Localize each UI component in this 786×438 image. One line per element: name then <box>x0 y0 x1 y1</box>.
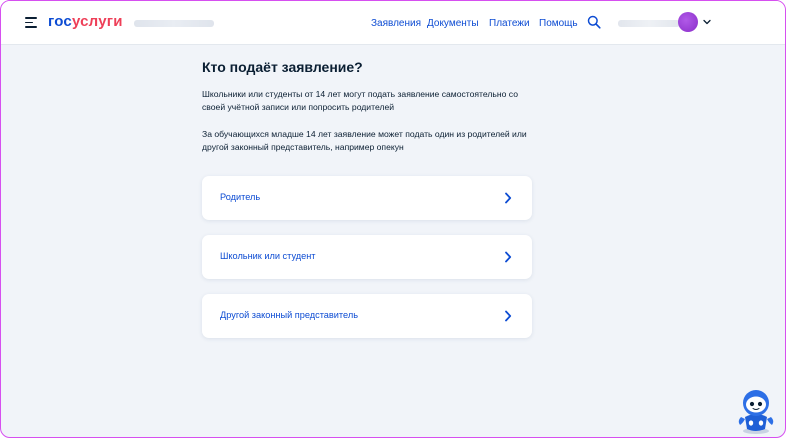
option-student[interactable]: Школьник или студент <box>202 235 532 279</box>
logo-part-1: гос <box>48 13 72 30</box>
nav-applications[interactable]: Заявления <box>371 18 421 29</box>
option-label: Другой законный представитель <box>220 310 358 320</box>
chevron-right-icon <box>505 310 512 322</box>
option-legal-representative[interactable]: Другой законный представитель <box>202 294 532 338</box>
info-paragraph-parents: За обучающихся младше 14 лет заявление м… <box>202 129 527 152</box>
info-paragraph-students: Школьники или студенты от 14 лет могут п… <box>202 89 518 112</box>
option-label: Родитель <box>220 192 261 202</box>
gosuslugi-logo[interactable]: госуслуги <box>48 13 123 30</box>
page-title: Кто подаёт заявление? <box>202 59 363 75</box>
nav-payments[interactable]: Платежи <box>489 18 530 29</box>
app-window: госуслуги Заявления Документы Платежи По… <box>0 0 786 438</box>
avatar[interactable] <box>678 12 698 32</box>
nav-documents[interactable]: Документы <box>427 18 479 29</box>
chevron-right-icon <box>505 251 512 263</box>
blurred-user-name <box>618 20 680 27</box>
chevron-down-icon[interactable] <box>703 19 711 25</box>
chevron-right-icon <box>505 192 512 204</box>
option-parent[interactable]: Родитель <box>202 176 532 220</box>
blurred-location <box>134 20 214 27</box>
nav-help[interactable]: Помощь <box>539 18 578 29</box>
header: госуслуги Заявления Документы Платежи По… <box>1 1 785 45</box>
logo-part-2: услуги <box>71 13 123 30</box>
robot-assistant-icon[interactable] <box>735 387 777 435</box>
search-icon[interactable] <box>587 15 601 29</box>
burger-menu-icon[interactable] <box>25 17 37 28</box>
option-label: Школьник или студент <box>220 251 316 261</box>
